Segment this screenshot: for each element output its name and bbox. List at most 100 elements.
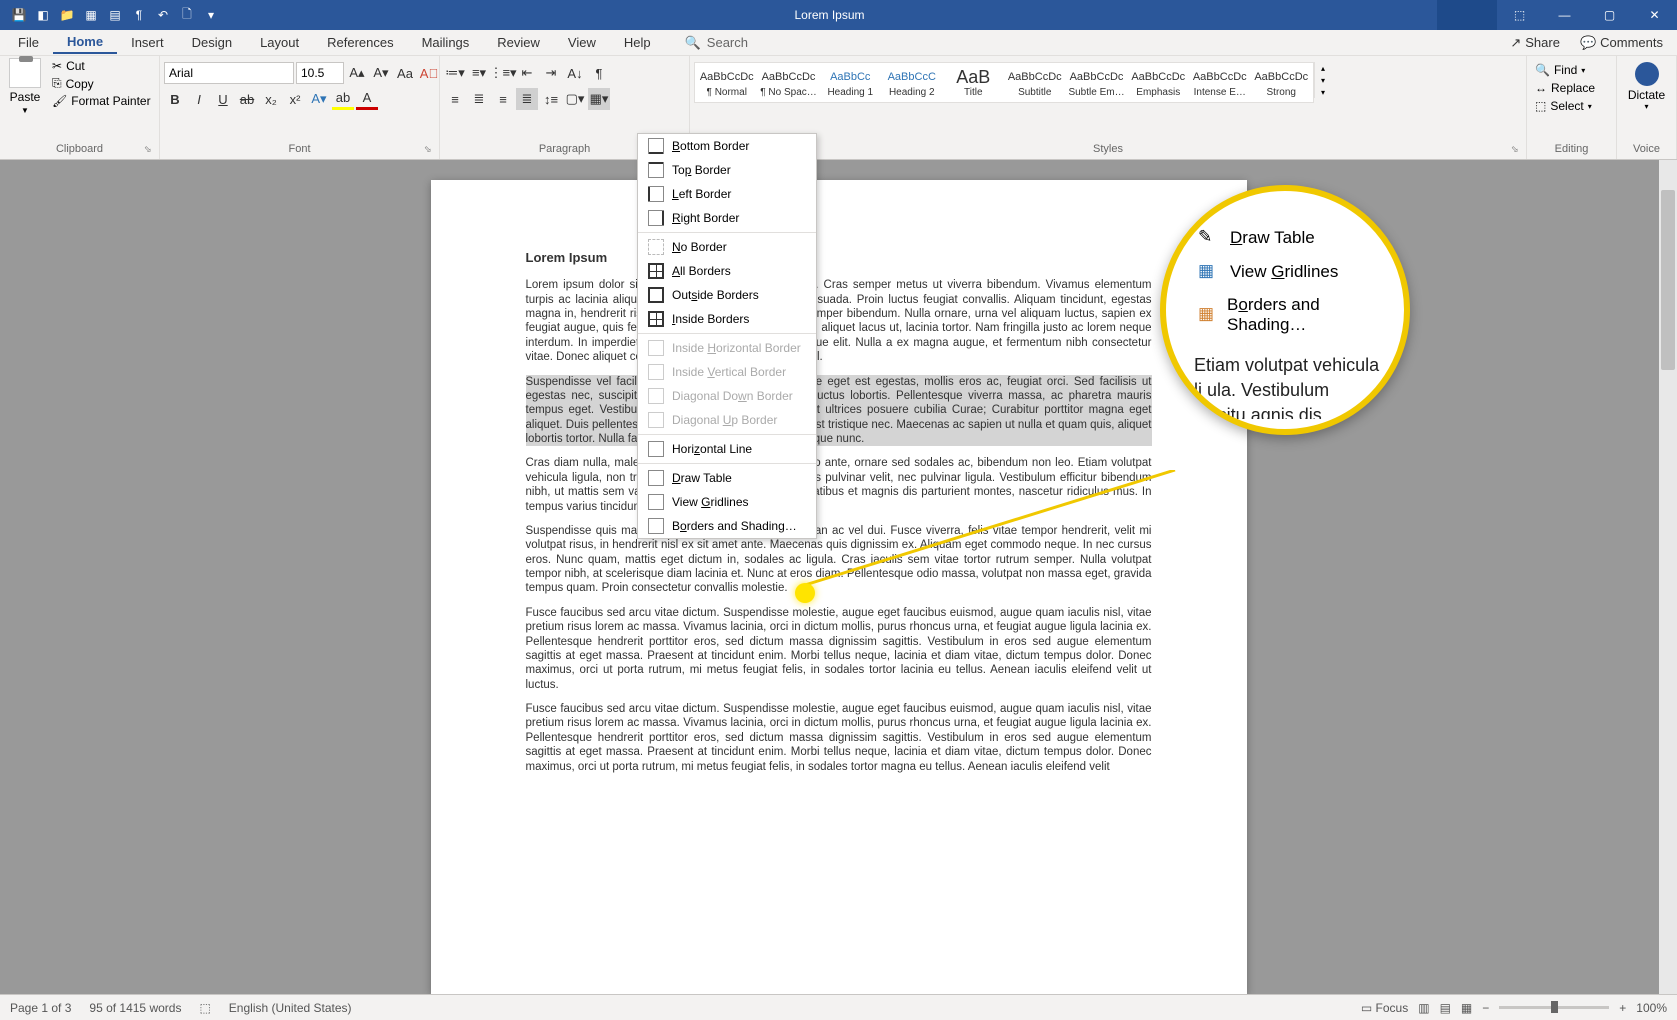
border-borders-and-shading-[interactable]: Borders and Shading… bbox=[638, 514, 816, 538]
language-status[interactable]: English (United States) bbox=[229, 1001, 352, 1015]
style--normal[interactable]: AaBbCcDc¶ Normal bbox=[697, 65, 757, 100]
border-outside-borders[interactable]: Outside Borders bbox=[638, 283, 816, 307]
border-inside-borders[interactable]: Inside Borders bbox=[638, 307, 816, 331]
show-marks-icon[interactable]: ¶ bbox=[588, 62, 610, 84]
clipboard-launcher-icon[interactable]: ⬂ bbox=[144, 144, 156, 156]
print-layout-icon[interactable]: ▥ bbox=[1418, 1001, 1429, 1015]
zoom-slider[interactable] bbox=[1499, 1006, 1609, 1009]
border-all-borders[interactable]: All Borders bbox=[638, 259, 816, 283]
read-mode-icon[interactable]: ▤ bbox=[1440, 1001, 1451, 1015]
align-center-icon[interactable]: ≣ bbox=[468, 88, 490, 110]
font-size-select[interactable] bbox=[296, 62, 344, 84]
subscript-button[interactable]: x₂ bbox=[260, 88, 282, 110]
web-layout-icon[interactable]: ▦ bbox=[1461, 1001, 1472, 1015]
sort-icon[interactable]: A↓ bbox=[564, 62, 586, 84]
page-status[interactable]: Page 1 of 3 bbox=[10, 1001, 71, 1015]
new-doc-icon[interactable]: 🗋 bbox=[176, 4, 198, 26]
copy-button[interactable]: ⎘Copy bbox=[48, 75, 155, 92]
word-count[interactable]: 95 of 1415 words bbox=[89, 1001, 181, 1015]
tab-help[interactable]: Help bbox=[610, 32, 665, 53]
style-emphasis[interactable]: AaBbCcDcEmphasis bbox=[1129, 65, 1189, 100]
comments-button[interactable]: 💬Comments bbox=[1570, 32, 1673, 54]
underline-button[interactable]: U bbox=[212, 88, 234, 110]
callout-draw-table[interactable]: ✎Draw Table bbox=[1194, 221, 1384, 255]
numbering-icon[interactable]: ≡▾ bbox=[468, 62, 490, 84]
line-spacing-icon[interactable]: ↕≡ bbox=[540, 88, 562, 110]
qat-customize-icon[interactable]: ▾ bbox=[200, 4, 222, 26]
folder-icon[interactable]: 📁 bbox=[56, 4, 78, 26]
callout-view-gridlines[interactable]: ▦View Gridlines bbox=[1194, 255, 1384, 289]
text-effects-icon[interactable]: A▾ bbox=[308, 88, 330, 110]
style-strong[interactable]: AaBbCcDcStrong bbox=[1252, 65, 1312, 100]
scrollbar[interactable] bbox=[1659, 160, 1677, 994]
replace-button[interactable]: ↔Replace bbox=[1531, 80, 1599, 96]
find-button[interactable]: 🔍Find▾ bbox=[1531, 62, 1589, 78]
font-color-icon[interactable]: A bbox=[356, 88, 378, 110]
tab-layout[interactable]: Layout bbox=[246, 32, 313, 53]
minimize-icon[interactable]: — bbox=[1542, 0, 1587, 30]
styles-launcher-icon[interactable]: ⬂ bbox=[1511, 144, 1523, 156]
justify-icon[interactable]: ≣ bbox=[516, 88, 538, 110]
border-view-gridlines[interactable]: View Gridlines bbox=[638, 490, 816, 514]
tab-mailings[interactable]: Mailings bbox=[408, 32, 484, 53]
ribbon-display-icon[interactable]: ⬚ bbox=[1497, 0, 1542, 30]
font-launcher-icon[interactable]: ⬂ bbox=[424, 144, 436, 156]
table-icon[interactable]: ▦ bbox=[80, 4, 102, 26]
style-intense-e-[interactable]: AaBbCcDcIntense E… bbox=[1190, 65, 1250, 100]
align-right-icon[interactable]: ≡ bbox=[492, 88, 514, 110]
tab-file[interactable]: File bbox=[4, 32, 53, 53]
autosave-icon[interactable]: ◧ bbox=[32, 4, 54, 26]
increase-indent-icon[interactable]: ⇥ bbox=[540, 62, 562, 84]
shrink-font-icon[interactable]: A▾ bbox=[370, 62, 392, 84]
border-horizontal-line[interactable]: Horizontal Line bbox=[638, 437, 816, 461]
callout-borders-shading[interactable]: ▦Borders and Shading… bbox=[1194, 289, 1384, 341]
change-case-icon[interactable]: Aa bbox=[394, 62, 416, 84]
zoom-in-icon[interactable]: + bbox=[1619, 1001, 1626, 1015]
strike-button[interactable]: ab bbox=[236, 88, 258, 110]
share-button[interactable]: ↗Share bbox=[1500, 32, 1570, 54]
decrease-indent-icon[interactable]: ⇤ bbox=[516, 62, 538, 84]
font-name-select[interactable] bbox=[164, 62, 294, 84]
style-heading-1[interactable]: AaBbCcHeading 1 bbox=[821, 65, 881, 100]
border-no-border[interactable]: No Border bbox=[638, 235, 816, 259]
bold-button[interactable]: B bbox=[164, 88, 186, 110]
format-painter-button[interactable]: 🖌Format Painter bbox=[48, 93, 155, 109]
style-heading-2[interactable]: AaBbCcCHeading 2 bbox=[882, 65, 942, 100]
border-bottom-border[interactable]: Bottom Border bbox=[638, 134, 816, 158]
zoom-level[interactable]: 100% bbox=[1636, 1001, 1667, 1015]
border-right-border[interactable]: Right Border bbox=[638, 206, 816, 230]
paragraph-icon[interactable]: ¶ bbox=[128, 4, 150, 26]
tab-insert[interactable]: Insert bbox=[117, 32, 178, 53]
style--no-spac-[interactable]: AaBbCcDc¶ No Spac… bbox=[759, 65, 819, 100]
borders-button[interactable]: ▦▾ bbox=[588, 88, 610, 110]
layout-icon[interactable]: ▤ bbox=[104, 4, 126, 26]
align-left-icon[interactable]: ≡ bbox=[444, 88, 466, 110]
focus-mode[interactable]: ▭ Focus bbox=[1361, 1001, 1408, 1015]
grow-font-icon[interactable]: A▴ bbox=[346, 62, 368, 84]
maximize-icon[interactable]: ▢ bbox=[1587, 0, 1632, 30]
tab-view[interactable]: View bbox=[554, 32, 610, 53]
close-icon[interactable]: ✕ bbox=[1632, 0, 1677, 30]
bullets-icon[interactable]: ≔▾ bbox=[444, 62, 466, 84]
multilevel-icon[interactable]: ⋮≡▾ bbox=[492, 62, 514, 84]
superscript-button[interactable]: x² bbox=[284, 88, 306, 110]
styles-gallery[interactable]: AaBbCcDc¶ NormalAaBbCcDc¶ No Spac…AaBbCc… bbox=[694, 62, 1314, 103]
shading-icon[interactable]: ▢▾ bbox=[564, 88, 586, 110]
scroll-thumb[interactable] bbox=[1661, 190, 1675, 370]
tab-home[interactable]: Home bbox=[53, 31, 117, 54]
search-box[interactable]: 🔍Search bbox=[665, 35, 748, 51]
highlight-icon[interactable]: ab bbox=[332, 88, 354, 110]
tab-review[interactable]: Review bbox=[483, 32, 554, 53]
user-account[interactable] bbox=[1437, 0, 1497, 30]
italic-button[interactable]: I bbox=[188, 88, 210, 110]
border-top-border[interactable]: Top Border bbox=[638, 158, 816, 182]
border-left-border[interactable]: Left Border bbox=[638, 182, 816, 206]
border-draw-table[interactable]: Draw Table bbox=[638, 466, 816, 490]
tab-design[interactable]: Design bbox=[178, 32, 246, 53]
cut-button[interactable]: ✂Cut bbox=[48, 58, 155, 74]
save-icon[interactable]: 💾 bbox=[8, 4, 30, 26]
zoom-out-icon[interactable]: − bbox=[1482, 1001, 1489, 1015]
styles-more[interactable]: ▴▾▾ bbox=[1314, 62, 1331, 98]
style-subtitle[interactable]: AaBbCcDcSubtitle bbox=[1005, 65, 1065, 100]
style-subtle-em-[interactable]: AaBbCcDcSubtle Em… bbox=[1067, 65, 1127, 100]
